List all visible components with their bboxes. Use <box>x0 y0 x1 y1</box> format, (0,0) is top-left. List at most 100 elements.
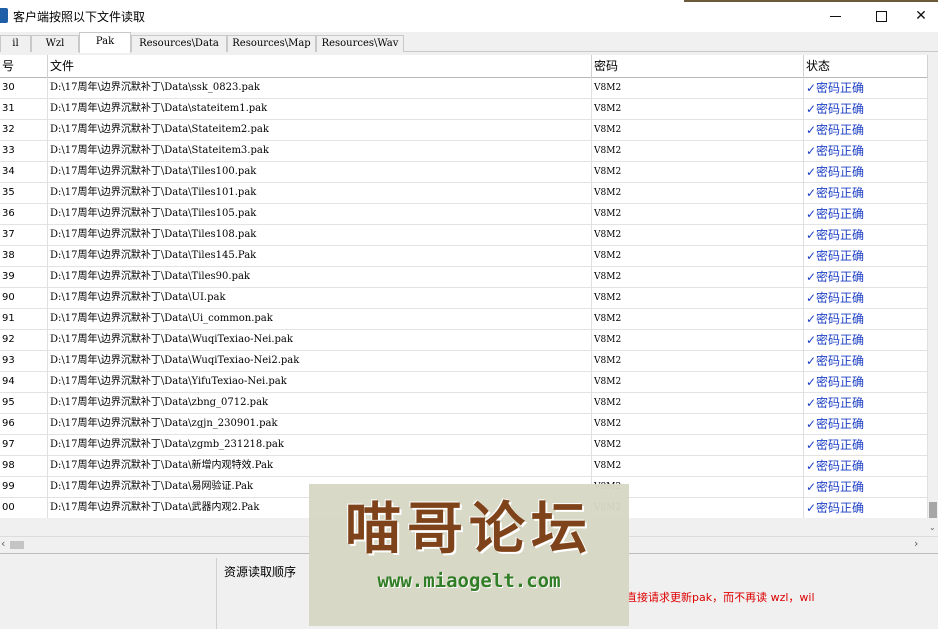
cell-num: 30 <box>0 78 48 99</box>
cell-status: ✓密码正确 <box>804 183 928 204</box>
table-row[interactable]: 95 D:\17周年\边界沉默补丁\Data\zbng_0712.pak V8M2 ✓… <box>0 393 928 414</box>
cell-status: ✓密码正确 <box>804 204 928 225</box>
tab-resources-data[interactable]: Resources\Data <box>131 35 227 52</box>
cell-file: D:\17周年\边界沉默补丁\Data\ssk_0823.pak <box>48 78 592 99</box>
cell-num: 90 <box>0 288 48 309</box>
cell-status: ✓密码正确 <box>804 120 928 141</box>
cell-num: 34 <box>0 162 48 183</box>
cell-file: D:\17周年\边界沉默补丁\Data\stateitem1.pak <box>48 99 592 120</box>
tab-bar: il Wzl Pak Resources\Data Resources\Map … <box>0 32 938 53</box>
scroll-down-icon[interactable]: ⌄ <box>929 523 936 532</box>
cell-file: D:\17周年\边界沉默补丁\Data\Tiles100.pak <box>48 162 592 183</box>
table-row[interactable]: 98 D:\17周年\边界沉默补丁\Data\新增内观特效.Pak V8M2 ✓密码正… <box>0 456 928 477</box>
table-body: 30 D:\17周年\边界沉默补丁\Data\ssk_0823.pak V8M2 ✓密… <box>0 78 928 518</box>
cell-status: ✓密码正确 <box>804 288 928 309</box>
cell-password: V8M2 <box>592 120 804 141</box>
cell-password: V8M2 <box>592 435 804 456</box>
minimize-button[interactable] <box>812 0 858 32</box>
table-row[interactable]: 34 D:\17周年\边界沉默补丁\Data\Tiles100.pak V8M2 ✓密… <box>0 162 928 183</box>
cell-file: D:\17周年\边界沉默补丁\Data\Tiles90.pak <box>48 267 592 288</box>
table-row[interactable]: 92 D:\17周年\边界沉默补丁\Data\WuqiTexiao-Nei.pak… <box>0 330 928 351</box>
table-row[interactable]: 36 D:\17周年\边界沉默补丁\Data\Tiles105.pak V8M2 ✓密… <box>0 204 928 225</box>
cell-num: 31 <box>0 99 48 120</box>
cell-file: D:\17周年\边界沉默补丁\Data\Stateitem2.pak <box>48 120 592 141</box>
table-row[interactable]: 32 D:\17周年\边界沉默补丁\Data\Stateitem2.pak V8M2… <box>0 120 928 141</box>
table-row[interactable]: 38 D:\17周年\边界沉默补丁\Data\Tiles145.Pak V8M2 ✓密… <box>0 246 928 267</box>
table-row[interactable]: 90 D:\17周年\边界沉默补丁\Data\UI.pak V8M2 ✓密码正确 <box>0 288 928 309</box>
table-row[interactable]: 97 D:\17周年\边界沉默补丁\Data\zgmb_231218.pak V8M… <box>0 435 928 456</box>
cell-status: ✓密码正确 <box>804 330 928 351</box>
column-header-password[interactable]: 密码 <box>592 55 804 78</box>
cell-status: ✓密码正确 <box>804 78 928 99</box>
cell-num: 92 <box>0 330 48 351</box>
cell-password: V8M2 <box>592 351 804 372</box>
cell-status: ✓密码正确 <box>804 414 928 435</box>
column-header-file[interactable]: 文件 <box>48 55 592 78</box>
maximize-button[interactable] <box>858 0 904 32</box>
cell-status: ✓密码正确 <box>804 351 928 372</box>
update-note: 直接请求更新pak，而不再读 wzl，wil <box>626 591 815 604</box>
cell-file: D:\17周年\边界沉默补丁\Data\新增内观特效.Pak <box>48 456 592 477</box>
divider <box>216 558 217 629</box>
tab-resources-wav[interactable]: Resources\Wav <box>316 35 404 52</box>
cell-status: ✓密码正确 <box>804 372 928 393</box>
cell-file: D:\17周年\边界沉默补丁\Data\UI.pak <box>48 288 592 309</box>
pak-file-table[interactable]: 号 文件 密码 状态 30 D:\17周年\边界沉默补丁\Data\ssk_082… <box>0 55 928 518</box>
vertical-scroll-thumb[interactable] <box>929 502 937 518</box>
tab-resources-map[interactable]: Resources\Map <box>227 35 316 52</box>
column-header-num[interactable]: 号 <box>0 55 48 78</box>
scroll-right-icon[interactable]: › <box>914 537 918 550</box>
cell-file: D:\17周年\边界沉默补丁\Data\WuqiTexiao-Nei.pak <box>48 330 592 351</box>
table-row[interactable]: 37 D:\17周年\边界沉默补丁\Data\Tiles108.pak V8M2 ✓密… <box>0 225 928 246</box>
cell-num: 94 <box>0 372 48 393</box>
column-header-status[interactable]: 状态 <box>804 55 928 78</box>
table-row[interactable]: 35 D:\17周年\边界沉默补丁\Data\Tiles101.pak V8M2 ✓密… <box>0 183 928 204</box>
cell-password: V8M2 <box>592 162 804 183</box>
table-row[interactable]: 96 D:\17周年\边界沉默补丁\Data\zgjn_230901.pak V8M… <box>0 414 928 435</box>
maximize-icon <box>875 10 887 22</box>
cell-file: D:\17周年\边界沉默补丁\Data\zbng_0712.pak <box>48 393 592 414</box>
cell-status: ✓密码正确 <box>804 225 928 246</box>
cell-file: D:\17周年\边界沉默补丁\Data\Stateitem3.pak <box>48 141 592 162</box>
tab-wzl[interactable]: Wzl <box>31 35 79 52</box>
cell-file: D:\17周年\边界沉默补丁\Data\Tiles105.pak <box>48 204 592 225</box>
table-header: 号 文件 密码 状态 <box>0 55 928 78</box>
watermark-title: 喵哥论坛 <box>345 496 593 562</box>
title-bar: 客户端按照以下文件读取 ✕ <box>0 0 938 32</box>
tab-pak[interactable]: Pak <box>79 32 131 53</box>
tab-wil[interactable]: il <box>0 35 31 52</box>
cell-num: 39 <box>0 267 48 288</box>
cell-status: ✓密码正确 <box>804 309 928 330</box>
cell-num: 95 <box>0 393 48 414</box>
cell-status: ✓密码正确 <box>804 498 928 518</box>
cell-password: V8M2 <box>592 330 804 351</box>
cell-num: 32 <box>0 120 48 141</box>
table-row[interactable]: 93 D:\17周年\边界沉默补丁\Data\WuqiTexiao-Nei2.pa… <box>0 351 928 372</box>
vertical-scrollbar[interactable]: ⌄ <box>928 55 938 536</box>
table-row[interactable]: 31 D:\17周年\边界沉默补丁\Data\stateitem1.pak V8M2… <box>0 99 928 120</box>
table-row[interactable]: 30 D:\17周年\边界沉默补丁\Data\ssk_0823.pak V8M2 ✓密… <box>0 78 928 99</box>
table-row[interactable]: 33 D:\17周年\边界沉默补丁\Data\Stateitem3.pak V8M2… <box>0 141 928 162</box>
cell-num: 00 <box>0 498 48 518</box>
resource-order-label: 资源读取顺序 <box>224 565 297 579</box>
cell-password: V8M2 <box>592 204 804 225</box>
close-icon: ✕ <box>915 8 927 24</box>
cell-password: V8M2 <box>592 372 804 393</box>
cell-file: D:\17周年\边界沉默补丁\Data\WuqiTexiao-Nei2.pak <box>48 351 592 372</box>
horizontal-scroll-thumb[interactable] <box>10 541 24 549</box>
close-button[interactable]: ✕ <box>904 0 938 32</box>
table-row[interactable]: 91 D:\17周年\边界沉默补丁\Data\Ui_common.pak V8M2 ✓… <box>0 309 928 330</box>
cell-file: D:\17周年\边界沉默补丁\Data\YifuTexiao-Nei.pak <box>48 372 592 393</box>
cell-num: 36 <box>0 204 48 225</box>
cell-password: V8M2 <box>592 456 804 477</box>
cell-status: ✓密码正确 <box>804 477 928 498</box>
cell-status: ✓密码正确 <box>804 456 928 477</box>
cell-status: ✓密码正确 <box>804 267 928 288</box>
table-row[interactable]: 39 D:\17周年\边界沉默补丁\Data\Tiles90.pak V8M2 ✓密码… <box>0 267 928 288</box>
cell-num: 37 <box>0 225 48 246</box>
cell-password: V8M2 <box>592 246 804 267</box>
cell-file: D:\17周年\边界沉默补丁\Data\zgmb_231218.pak <box>48 435 592 456</box>
cell-status: ✓密码正确 <box>804 99 928 120</box>
scroll-left-icon[interactable]: ‹ <box>1 537 5 550</box>
table-row[interactable]: 94 D:\17周年\边界沉默补丁\Data\YifuTexiao-Nei.pak… <box>0 372 928 393</box>
